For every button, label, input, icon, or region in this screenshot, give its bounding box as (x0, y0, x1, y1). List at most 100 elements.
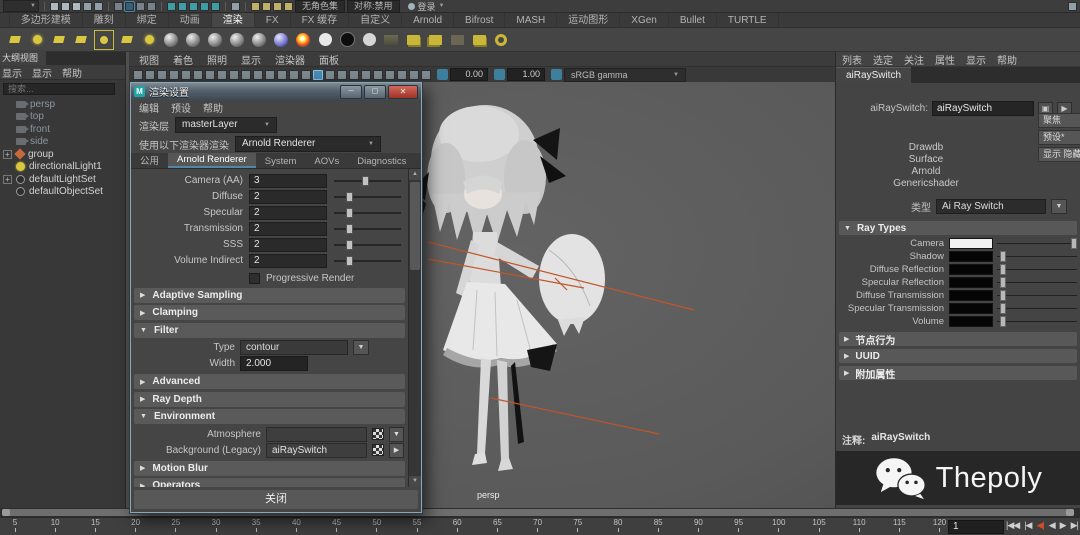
time-tick[interactable]: 30 (201, 518, 231, 532)
isolate-select-icon[interactable] (409, 70, 419, 80)
tab-airayswitch[interactable]: aiRaySwitch (836, 67, 911, 83)
map-button-icon[interactable]: ▶ (389, 443, 404, 458)
viewport-menu-0[interactable]: 视图 (139, 52, 159, 67)
resolution-gate-icon[interactable] (241, 70, 251, 80)
maximize-button[interactable]: ▢ (364, 85, 386, 99)
sample-value-field[interactable]: 2 (249, 238, 327, 252)
range-start-handle[interactable] (2, 509, 10, 516)
attribute-editor-menu-5[interactable]: 帮助 (997, 52, 1017, 67)
sample-value-field[interactable]: 3 (249, 174, 327, 188)
outliner-tab[interactable]: 大纲视图 (0, 50, 46, 65)
slider-handle[interactable] (1000, 303, 1006, 314)
grease-pencil-icon[interactable] (205, 70, 215, 80)
sample-slider[interactable] (334, 239, 401, 251)
standard-surface-icon[interactable] (162, 31, 180, 49)
time-tick[interactable]: 75 (563, 518, 593, 532)
attribute-editor-menu-1[interactable]: 选定 (873, 52, 893, 67)
time-tick[interactable]: 70 (523, 518, 553, 532)
slider-handle[interactable] (1000, 264, 1006, 275)
outliner-search-input[interactable] (3, 83, 115, 95)
attribute-editor-menu-3[interactable]: 属性 (935, 52, 955, 67)
shelf-tab-bullet[interactable]: Bullet (669, 13, 717, 28)
snap-to-point-icon[interactable] (189, 2, 198, 11)
attribute-editor-menu-2[interactable]: 关注 (904, 52, 924, 67)
select-by-component-icon[interactable] (136, 2, 145, 11)
safe-title-icon[interactable] (289, 70, 299, 80)
ray-type-slider[interactable] (997, 277, 1077, 288)
section-header[interactable]: ▶UUID (839, 349, 1077, 363)
shelf-tab-渲染[interactable]: 渲染 (212, 13, 255, 28)
phong-e-icon[interactable] (250, 31, 268, 49)
render-settings-tab-公用[interactable]: 公用 (131, 152, 168, 168)
scroll-up-icon[interactable]: ▲ (409, 169, 421, 180)
renderer-dropdown[interactable]: Arnold Renderer▼ (235, 136, 381, 152)
time-tick[interactable]: 80 (603, 518, 633, 532)
time-tick[interactable]: 85 (643, 518, 673, 532)
camera-attributes-icon[interactable] (157, 70, 167, 80)
shelf-tab-自定义[interactable]: 自定义 (349, 13, 402, 28)
layered-shader-icon[interactable] (272, 31, 290, 49)
sample-value-field[interactable]: 2 (249, 206, 327, 220)
sample-slider[interactable] (334, 191, 401, 203)
undo-icon[interactable] (83, 2, 92, 11)
slider-handle[interactable] (1071, 238, 1077, 249)
go-to-start-button[interactable]: |◀◀ (1006, 520, 1019, 531)
area-light-icon[interactable] (6, 31, 24, 49)
section-header[interactable]: ▶Ray Depth (134, 392, 405, 407)
outliner-item-top[interactable]: top (0, 111, 125, 124)
time-tick[interactable]: 105 (804, 518, 834, 532)
2d-pan-zoom-icon[interactable] (193, 70, 203, 80)
ray-type-slider[interactable] (997, 316, 1077, 327)
background-legacy-field[interactable]: aiRaySwitch (266, 443, 367, 458)
batch-render-icon[interactable] (470, 31, 488, 49)
highlight-selection-icon[interactable] (147, 2, 156, 11)
render-sequence-icon[interactable] (448, 31, 466, 49)
sample-value-field[interactable]: 2 (249, 190, 327, 204)
render-view-icon[interactable] (251, 2, 260, 11)
progressive-render-checkbox[interactable] (249, 273, 260, 284)
minimize-button[interactable]: ─ (340, 85, 362, 99)
shelf-tab-曲线-曲面[interactable]: 曲线/曲面 (0, 13, 10, 28)
render-settings-shelf-icon[interactable] (492, 31, 510, 49)
step-back-frame-button[interactable]: |◀ (1024, 520, 1031, 531)
node-name-field[interactable]: aiRaySwitch (932, 101, 1034, 116)
time-tick[interactable]: 40 (281, 518, 311, 532)
color-swatch[interactable] (949, 238, 993, 249)
ambient-light-icon[interactable] (28, 31, 46, 49)
render-settings-tab-system[interactable]: System (256, 155, 306, 168)
render-settings-tab-diagnostics[interactable]: Diagnostics (348, 155, 415, 168)
expand-icon[interactable]: + (3, 150, 12, 159)
gamma-field[interactable]: 1.00 (507, 68, 545, 81)
section-header[interactable]: ▶Clamping (134, 305, 405, 320)
time-tick[interactable]: 45 (322, 518, 352, 532)
play-forwards-button[interactable]: ▶ (1060, 520, 1066, 531)
render-settings-tab-arnold-renderer[interactable]: Arnold Renderer (168, 153, 256, 168)
slider-handle[interactable] (346, 224, 353, 234)
new-scene-icon[interactable] (50, 2, 59, 11)
slider-handle[interactable] (1000, 290, 1006, 301)
outliner-item-defaultobjectset[interactable]: defaultObjectSet (0, 186, 125, 199)
section-ray-types[interactable]: ▼ Ray Types (839, 221, 1077, 235)
gamma-icon[interactable] (494, 69, 505, 80)
shelf-tab-动画[interactable]: 动画 (169, 13, 212, 28)
section-header[interactable]: ▶附加属性 (839, 366, 1077, 380)
shelf-tab-运动图形[interactable]: 运动图形 (557, 13, 620, 28)
ray-type-slider[interactable] (997, 303, 1077, 314)
outliner-item-persp[interactable]: persp (0, 98, 125, 111)
smooth-shade-all-icon[interactable] (313, 70, 323, 80)
render-settings-menu-0[interactable]: 编辑 (139, 100, 159, 115)
render-settings-tab-aovs[interactable]: AOVs (305, 155, 348, 168)
time-tick[interactable]: 25 (161, 518, 191, 532)
current-frame-field[interactable]: 1 (948, 520, 1004, 534)
sample-slider[interactable] (334, 223, 401, 235)
time-tick[interactable]: 60 (442, 518, 472, 532)
viewport-menu-4[interactable]: 渲染器 (275, 52, 305, 67)
time-tick[interactable]: 5 (0, 518, 30, 532)
slider-handle[interactable] (346, 256, 353, 266)
motion-blur-icon[interactable] (373, 70, 383, 80)
step-forward-frame-button[interactable]: ▶| (1071, 520, 1078, 531)
close-dialog-button[interactable]: 关闭 (134, 490, 418, 509)
lambert-icon[interactable] (206, 31, 224, 49)
scrollbar-thumb[interactable] (410, 182, 420, 270)
color-swatch[interactable] (949, 264, 993, 275)
